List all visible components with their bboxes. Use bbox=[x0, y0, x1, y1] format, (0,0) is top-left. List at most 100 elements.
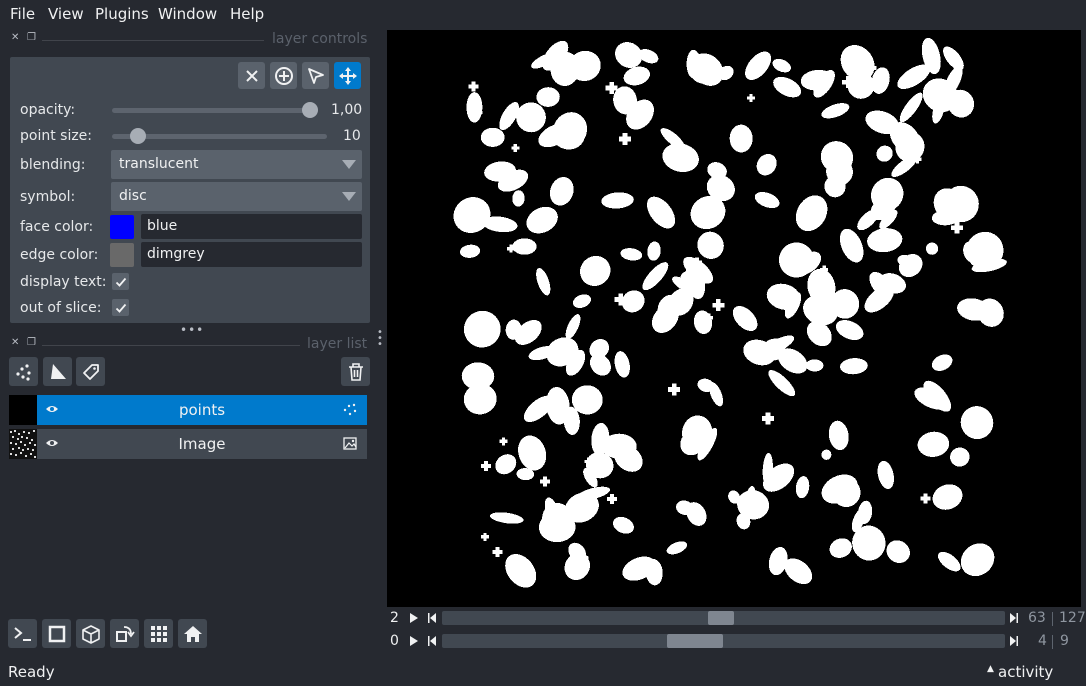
square-icon bbox=[48, 625, 65, 642]
dim-current-index[interactable]: 63 bbox=[1028, 610, 1046, 626]
dock-close-icon[interactable]: ✕ bbox=[11, 337, 19, 348]
dim-axis-label: 0 bbox=[390, 633, 399, 649]
shapes-icon bbox=[50, 363, 66, 379]
opacity-slider[interactable] bbox=[112, 108, 318, 113]
status-text: Ready bbox=[8, 663, 55, 681]
opacity-slider-handle[interactable] bbox=[302, 102, 318, 118]
image-layer-thumbnail bbox=[9, 429, 37, 459]
move-arrows-icon bbox=[338, 66, 357, 85]
point-size-slider-handle[interactable] bbox=[130, 128, 146, 144]
dim-slider-track[interactable] bbox=[442, 634, 1005, 648]
face-color-swatch[interactable] bbox=[110, 215, 134, 239]
dim-max-index: 127 bbox=[1059, 610, 1086, 626]
reset-view-button[interactable] bbox=[178, 619, 207, 648]
menu-help[interactable]: Help bbox=[230, 5, 264, 23]
point-size-value: 10 bbox=[343, 128, 361, 144]
symbol-dropdown[interactable]: disc bbox=[111, 182, 362, 211]
dim-current-index[interactable]: 4 bbox=[1038, 633, 1047, 649]
step-back-icon[interactable] bbox=[427, 612, 437, 628]
points-layer-thumbnail bbox=[9, 395, 37, 425]
vertical-splitter-handle[interactable]: • • • bbox=[377, 328, 383, 350]
status-bar: Ready ▲ activity bbox=[0, 656, 1086, 686]
new-labels-layer-button[interactable] bbox=[76, 357, 105, 386]
grid-icon bbox=[150, 625, 167, 642]
dim-separator bbox=[1052, 612, 1053, 626]
toggle-ndisplay-button[interactable] bbox=[42, 619, 71, 648]
delete-selected-points-button[interactable] bbox=[238, 62, 265, 89]
image-canvas-content bbox=[453, 37, 1009, 597]
pan-zoom-button[interactable] bbox=[334, 62, 361, 89]
select-arrow-icon bbox=[307, 67, 324, 84]
viewer-canvas[interactable] bbox=[387, 30, 1081, 607]
layer-row-image[interactable]: Image bbox=[37, 429, 367, 459]
grid-view-button[interactable] bbox=[144, 619, 173, 648]
dock-title-line bbox=[42, 345, 300, 346]
layer-name-points: points bbox=[178, 401, 226, 419]
face-color-input[interactable]: blue bbox=[141, 214, 362, 239]
dim-separator bbox=[1052, 635, 1053, 649]
out-of-slice-checkbox[interactable] bbox=[112, 299, 129, 316]
opacity-label: opacity: bbox=[20, 102, 76, 118]
layer-controls-title: layer controls bbox=[272, 31, 368, 47]
checkmark-icon bbox=[115, 277, 126, 287]
play-icon[interactable] bbox=[409, 612, 419, 628]
tag-icon bbox=[82, 363, 99, 380]
layer-list-title: layer list bbox=[307, 336, 368, 352]
dock-title-line bbox=[42, 40, 264, 41]
out-of-slice-label: out of slice: bbox=[20, 300, 102, 316]
layer-controls-panel: opacity: 1,00 point size: 10 blending: t… bbox=[10, 57, 370, 323]
new-shapes-layer-button[interactable] bbox=[43, 357, 72, 386]
opacity-value: 1,00 bbox=[331, 102, 363, 118]
menu-file[interactable]: File bbox=[10, 5, 35, 23]
chevron-down-icon bbox=[342, 192, 356, 201]
dim-slider-handle[interactable] bbox=[708, 611, 734, 625]
menu-bar: File View Plugins Window Help bbox=[0, 0, 1086, 28]
face-color-label: face color: bbox=[20, 219, 94, 235]
roll-dims-button[interactable] bbox=[76, 619, 105, 648]
horizontal-splitter-handle[interactable]: ••• bbox=[180, 323, 204, 337]
edge-color-input[interactable]: dimgrey bbox=[141, 242, 362, 267]
chevron-down-icon bbox=[342, 160, 356, 169]
step-back-icon[interactable] bbox=[427, 635, 437, 651]
chevron-up-icon[interactable]: ▲ bbox=[987, 664, 994, 674]
display-text-label: display text: bbox=[20, 274, 107, 290]
menu-view[interactable]: View bbox=[48, 5, 84, 23]
console-button[interactable] bbox=[8, 619, 37, 648]
dim-axis-label: 2 bbox=[390, 610, 399, 626]
edge-color-swatch[interactable] bbox=[110, 243, 134, 267]
menu-plugins[interactable]: Plugins bbox=[95, 5, 149, 23]
add-points-button[interactable] bbox=[270, 62, 297, 89]
new-points-layer-button[interactable] bbox=[9, 357, 38, 386]
layer-name-image: Image bbox=[178, 435, 226, 453]
points-type-icon bbox=[343, 403, 357, 421]
rotate-icon bbox=[115, 625, 135, 642]
layer-row-points[interactable]: points bbox=[37, 395, 367, 425]
menu-window[interactable]: Window bbox=[158, 5, 217, 23]
blending-label: blending: bbox=[20, 157, 86, 173]
add-point-icon bbox=[274, 66, 293, 85]
close-icon bbox=[245, 69, 258, 82]
symbol-value: disc bbox=[119, 188, 147, 204]
play-icon[interactable] bbox=[409, 635, 419, 651]
face-color-value: blue bbox=[147, 218, 178, 234]
dock-close-icon[interactable]: ✕ bbox=[11, 32, 19, 43]
home-icon bbox=[183, 625, 202, 642]
dim-slider-handle[interactable] bbox=[667, 634, 723, 648]
blending-dropdown[interactable]: translucent bbox=[111, 150, 362, 179]
dock-float-icon[interactable]: ❐ bbox=[27, 337, 36, 348]
activity-button[interactable]: activity bbox=[998, 663, 1053, 681]
symbol-label: symbol: bbox=[20, 189, 76, 205]
point-size-label: point size: bbox=[20, 128, 93, 144]
step-forward-icon[interactable] bbox=[1009, 612, 1019, 628]
checkmark-icon bbox=[115, 303, 126, 313]
transpose-dims-button[interactable] bbox=[110, 619, 139, 648]
trash-icon bbox=[348, 362, 363, 381]
blending-value: translucent bbox=[119, 156, 199, 172]
cube-icon bbox=[81, 624, 100, 644]
select-points-button[interactable] bbox=[302, 62, 329, 89]
display-text-checkbox[interactable] bbox=[112, 273, 129, 290]
delete-layer-button[interactable] bbox=[341, 357, 370, 386]
dock-float-icon[interactable]: ❐ bbox=[27, 32, 36, 43]
step-forward-icon[interactable] bbox=[1009, 635, 1019, 651]
terminal-icon bbox=[13, 626, 31, 641]
